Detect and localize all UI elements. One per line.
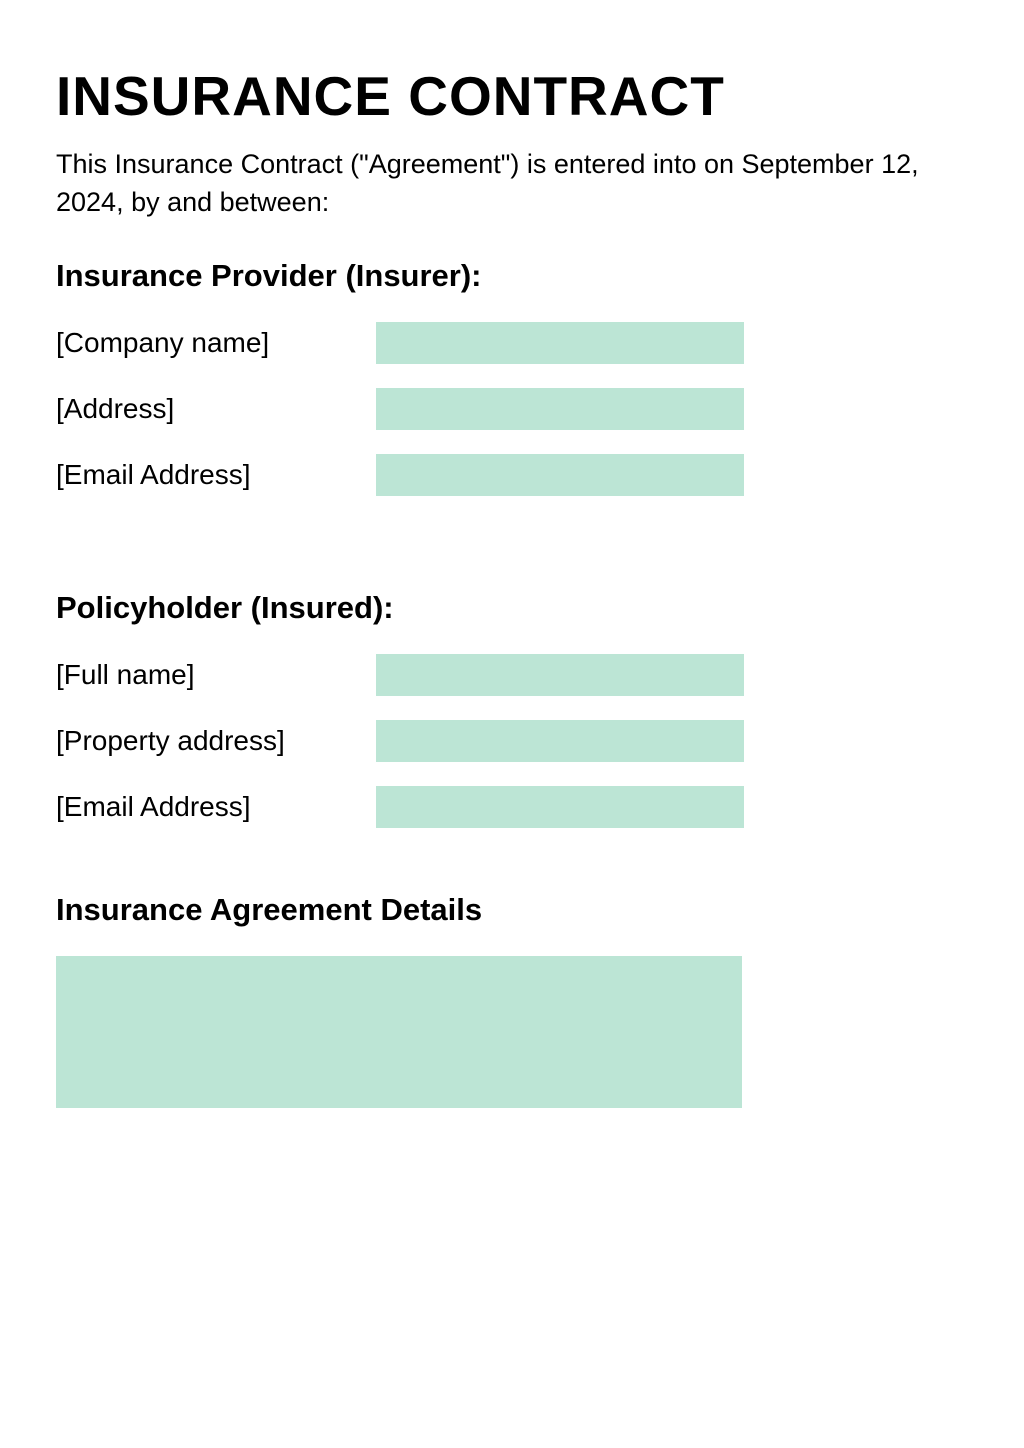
insurer-email-row: [Email Address] <box>56 454 968 496</box>
insurer-company-label: [Company name] <box>56 327 376 359</box>
insured-property-label: [Property address] <box>56 725 376 757</box>
insured-email-label: [Email Address] <box>56 791 376 823</box>
insured-email-row: [Email Address] <box>56 786 968 828</box>
insured-property-row: [Property address] <box>56 720 968 762</box>
intro-paragraph: This Insurance Contract ("Agreement") is… <box>56 146 968 222</box>
insured-fullname-input[interactable] <box>376 654 744 696</box>
insurer-address-input[interactable] <box>376 388 744 430</box>
details-heading: Insurance Agreement Details <box>56 892 968 928</box>
insured-heading: Policyholder (Insured): <box>56 590 968 626</box>
insurer-address-row: [Address] <box>56 388 968 430</box>
document-title: INSURANCE CONTRACT <box>56 64 968 128</box>
insured-fullname-label: [Full name] <box>56 659 376 691</box>
insurer-company-row: [Company name] <box>56 322 968 364</box>
insured-fullname-row: [Full name] <box>56 654 968 696</box>
insurer-address-label: [Address] <box>56 393 376 425</box>
insurer-company-input[interactable] <box>376 322 744 364</box>
insured-email-input[interactable] <box>376 786 744 828</box>
insurer-email-input[interactable] <box>376 454 744 496</box>
insurer-email-label: [Email Address] <box>56 459 376 491</box>
insured-property-input[interactable] <box>376 720 744 762</box>
details-input-block[interactable] <box>56 956 742 1108</box>
insurer-heading: Insurance Provider (Insurer): <box>56 258 968 294</box>
